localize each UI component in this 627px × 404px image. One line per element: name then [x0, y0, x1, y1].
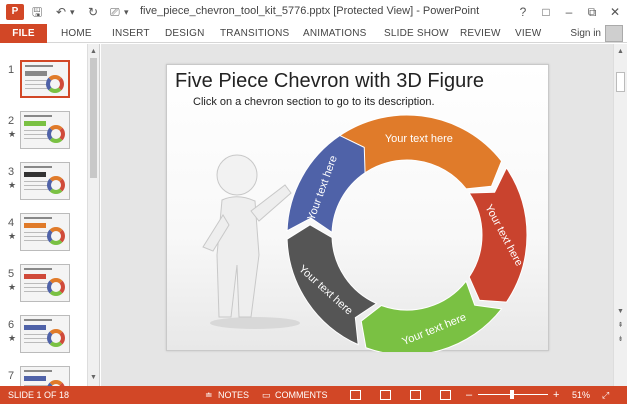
notes-icon[interactable]: ≐ [205, 386, 213, 404]
slide-sorter-icon[interactable] [380, 390, 391, 400]
customize-toolbar-icon[interactable]: ▾ [124, 4, 129, 20]
scroll-up-icon[interactable]: ▲ [88, 46, 99, 57]
slide-editing-area: Your text here Your text here Your text he… [101, 44, 613, 386]
tab-home[interactable]: HOME [61, 24, 92, 43]
zoom-level[interactable]: 51% [572, 386, 590, 404]
tab-review[interactable]: REVIEW [460, 24, 501, 43]
slide-number: 7 [8, 370, 15, 382]
present-icon[interactable]: ⎚ [110, 4, 120, 20]
slide-canvas[interactable]: Your text here Your text here Your text he… [166, 64, 549, 352]
animation-star-icon: ★ [8, 129, 17, 139]
chevron-diagram: Your text hereYour text hereYour text he… [202, 114, 528, 352]
status-bar: SLIDE 1 OF 18 ≐ NOTES ▭ COMMENTS – + 51%… [0, 386, 627, 404]
tab-animations[interactable]: ANIMATIONS [303, 24, 366, 43]
slide-number: 3 [8, 166, 15, 178]
scroll-up-icon[interactable]: ▲ [615, 46, 626, 57]
tab-view[interactable]: VIEW [515, 24, 541, 43]
reading-view-icon[interactable] [410, 390, 421, 400]
slide-thumbnail[interactable] [20, 162, 70, 200]
slide-thumbnail[interactable] [20, 111, 70, 149]
undo-dropdown-icon[interactable]: ▾ [70, 4, 75, 20]
scrollbar-thumb[interactable] [90, 58, 97, 178]
tab-slide-show[interactable]: SLIDE SHOW [384, 24, 449, 43]
slide-number: 4 [8, 217, 15, 229]
slide-thumbnail-row[interactable]: 1 [0, 60, 88, 106]
slide-thumbnail-pane: 1 2 ★ 3 ★ 4 ★ 5 ★ 6 ★ 7 [0, 44, 100, 386]
zoom-slider-handle[interactable] [510, 390, 514, 399]
close-button[interactable]: ✕ [606, 3, 624, 21]
slide-thumbnail[interactable] [20, 60, 70, 98]
ribbon-display-button[interactable]: □ [537, 3, 555, 21]
notes-button[interactable]: NOTES [218, 386, 249, 404]
slide-number: 6 [8, 319, 15, 331]
comments-button[interactable]: COMMENTS [275, 386, 328, 404]
slide-thumbnail-row[interactable]: 4 ★ [0, 213, 88, 259]
slide-subtitle[interactable]: Click on a chevron section to go to its … [193, 96, 435, 108]
slide-thumbnail[interactable] [20, 315, 70, 353]
slide-thumbnail-row[interactable]: 2 ★ [0, 111, 88, 157]
tab-design[interactable]: DESIGN [165, 24, 205, 43]
previous-slide-icon[interactable]: ⇞ [615, 320, 626, 331]
animation-star-icon: ★ [8, 333, 17, 343]
scroll-down-icon[interactable]: ▼ [615, 306, 626, 317]
slide-counter: SLIDE 1 OF 18 [8, 390, 70, 400]
undo-icon[interactable]: ↶ [56, 4, 66, 20]
zoom-out-button[interactable]: – [466, 386, 472, 404]
animation-star-icon: ★ [8, 282, 17, 292]
slide-title[interactable]: Five Piece Chevron with 3D Figure [175, 70, 484, 93]
title-bar: P 🖫 ↶ ▾ ↻ ⎚ ▾ five_piece_chevron_tool_ki… [0, 0, 627, 24]
normal-view-icon[interactable] [350, 390, 361, 400]
slide-thumbnail[interactable] [20, 264, 70, 302]
slide-thumbnail-row[interactable]: 6 ★ [0, 315, 88, 361]
minimize-button[interactable]: – [560, 3, 578, 21]
thumbnail-scrollbar[interactable]: ▲ ▼ [87, 44, 99, 386]
stick-figure[interactable] [202, 154, 300, 329]
slide-thumbnail-row[interactable]: 7 [0, 366, 88, 386]
powerpoint-logo-icon: P [6, 4, 24, 20]
tab-file[interactable]: FILE [0, 24, 47, 43]
animation-star-icon: ★ [8, 231, 17, 241]
ribbon-tabs: FILE HOME INSERT DESIGN TRANSITIONS ANIM… [0, 24, 627, 43]
next-slide-icon[interactable]: ⇟ [615, 334, 626, 345]
slide-number: 1 [8, 64, 15, 76]
slide-thumbnail-row[interactable]: 5 ★ [0, 264, 88, 310]
tab-transitions[interactable]: TRANSITIONS [220, 24, 289, 43]
slide-thumbnail[interactable] [20, 213, 70, 251]
animation-star-icon: ★ [8, 180, 17, 190]
slide-scrollbar[interactable]: ▲ ▼ ⇞ ⇟ [613, 44, 627, 386]
chevron-label[interactable]: Your text here [385, 133, 453, 145]
slide-thumbnail-row[interactable]: 3 ★ [0, 162, 88, 208]
slide-show-icon[interactable] [440, 390, 451, 400]
scrollbar-thumb[interactable] [616, 72, 625, 92]
slide-number: 2 [8, 115, 15, 127]
document-title: five_piece_chevron_tool_kit_5776.pptx [P… [140, 5, 480, 17]
sign-in-link[interactable]: Sign in [570, 24, 601, 43]
tab-insert[interactable]: INSERT [112, 24, 150, 43]
slide-number: 5 [8, 268, 15, 280]
slide-thumbnail[interactable] [20, 366, 70, 386]
help-button[interactable]: ? [514, 3, 532, 21]
fit-to-window-icon[interactable]: ⤢ [602, 386, 609, 404]
scroll-down-icon[interactable]: ▼ [88, 372, 99, 383]
restore-button[interactable]: ⧉ [583, 3, 601, 21]
zoom-in-button[interactable]: + [553, 386, 559, 404]
redo-icon[interactable]: ↻ [88, 4, 98, 20]
comments-icon[interactable]: ▭ [262, 386, 271, 404]
save-icon[interactable]: 🖫 [32, 4, 42, 20]
avatar[interactable] [605, 25, 623, 42]
